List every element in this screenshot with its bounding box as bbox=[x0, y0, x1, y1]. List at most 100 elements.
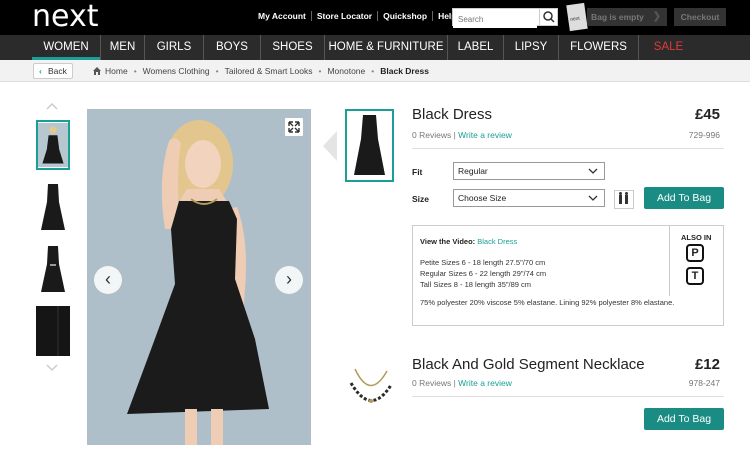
also-in-panel: ALSO IN P T bbox=[669, 226, 723, 296]
related-product-reviews: 0 Reviews | Write a review bbox=[412, 378, 512, 388]
related-add-to-bag-button[interactable]: Add To Bag bbox=[644, 408, 724, 430]
shopping-bag-icon[interactable] bbox=[566, 2, 588, 32]
chevron-right-icon: ❯ bbox=[652, 11, 661, 22]
necklace-photo bbox=[349, 368, 393, 403]
size-guide-icon bbox=[619, 192, 628, 204]
collapse-arrow-icon bbox=[323, 131, 337, 161]
fabric-detail-image bbox=[36, 306, 70, 356]
thumbnail-dress-flat[interactable] bbox=[36, 182, 70, 232]
breadcrumb-separator: • bbox=[371, 66, 375, 76]
search-icon bbox=[543, 11, 555, 23]
size-info-tall: Tall Sizes 8 - 18 length 35"/89 cm bbox=[420, 280, 532, 289]
fit-label: Fit bbox=[412, 167, 423, 177]
back-button[interactable]: ‹ Back bbox=[33, 63, 73, 79]
also-in-label: ALSO IN bbox=[681, 233, 712, 242]
breadcrumb-separator: • bbox=[215, 66, 219, 76]
write-review-link[interactable]: Write a review bbox=[458, 130, 512, 140]
review-count: 0 Reviews bbox=[412, 130, 452, 140]
video-row: View the Video: Black Dress bbox=[420, 237, 517, 246]
checkout-button[interactable]: Checkout bbox=[674, 8, 726, 26]
dress-flat-image bbox=[41, 184, 65, 230]
composition: 75% polyester 20% viscose 5% elastane. L… bbox=[420, 298, 675, 307]
petite-option-icon[interactable]: P bbox=[686, 244, 704, 262]
bag-status-label: Bag is empty bbox=[591, 12, 644, 22]
tall-option-icon[interactable]: T bbox=[686, 267, 704, 285]
next-image-button[interactable]: › bbox=[275, 266, 303, 294]
breadcrumb-bar: ‹ Back Home • Womens Clothing • Tailored… bbox=[0, 60, 750, 82]
dress-thumbnail-image bbox=[354, 115, 385, 175]
size-info-petite: Petite Sizes 6 - 18 length 27.5"/70 cm bbox=[420, 258, 546, 267]
video-label: View the Video: bbox=[420, 237, 476, 246]
thumbnails-down-icon[interactable] bbox=[46, 364, 58, 372]
nav-item-women[interactable]: WOMEN bbox=[32, 35, 100, 60]
product-thumbnail-dress[interactable] bbox=[345, 109, 394, 182]
next-logo[interactable]: next bbox=[32, 1, 98, 33]
product-code: 729-996 bbox=[688, 130, 720, 140]
main-product-image: ‹ › bbox=[87, 109, 311, 445]
size-guide-button[interactable] bbox=[614, 190, 634, 209]
nav-item-sale[interactable]: SALE bbox=[638, 35, 698, 60]
dress-back-image bbox=[41, 246, 65, 292]
fit-select[interactable]: Regular bbox=[453, 162, 605, 180]
thumbnail-fabric-detail[interactable] bbox=[36, 306, 70, 356]
related-product-code: 978-247 bbox=[688, 378, 720, 388]
add-to-bag-button[interactable]: Add To Bag bbox=[644, 187, 724, 209]
nav-item-home-furniture[interactable]: HOME & FURNITURE bbox=[324, 35, 447, 60]
home-icon bbox=[93, 67, 101, 75]
breadcrumb-home[interactable]: Home bbox=[105, 66, 128, 76]
thumbnail-dress-back[interactable] bbox=[36, 244, 70, 294]
chevron-right-icon: › bbox=[286, 269, 292, 289]
product-price: £45 bbox=[694, 106, 720, 123]
divider bbox=[412, 148, 724, 149]
size-value: Choose Size bbox=[458, 193, 507, 203]
breadcrumb-current: Black Dress bbox=[380, 66, 429, 76]
video-link[interactable]: Black Dress bbox=[477, 237, 517, 246]
size-info-regular: Regular Sizes 6 - 22 length 29"/74 cm bbox=[420, 269, 547, 278]
zoom-button[interactable] bbox=[285, 118, 303, 136]
expand-icon bbox=[288, 121, 300, 133]
product-title: Black Dress bbox=[412, 106, 493, 123]
chevron-down-icon bbox=[588, 168, 598, 174]
review-count: 0 Reviews bbox=[412, 378, 452, 388]
breadcrumb-monotone[interactable]: Monotone bbox=[327, 66, 365, 76]
dress-thumbnail-image bbox=[38, 122, 68, 168]
account-links: My Account Store Locator Quickshop Help bbox=[256, 11, 461, 21]
size-label: Size bbox=[412, 194, 430, 204]
nav-item-lipsy[interactable]: LIPSY bbox=[503, 35, 558, 60]
previous-image-button[interactable]: ‹ bbox=[94, 266, 122, 294]
chevron-down-icon bbox=[588, 195, 598, 201]
breadcrumb-separator: • bbox=[133, 66, 137, 76]
divider bbox=[412, 396, 724, 397]
necklace-image[interactable] bbox=[345, 361, 395, 416]
related-product-price: £12 bbox=[694, 356, 720, 373]
nav-item-girls[interactable]: GIRLS bbox=[144, 35, 203, 60]
nav-item-label[interactable]: LABEL bbox=[447, 35, 503, 60]
quickshop-link[interactable]: Quickshop bbox=[377, 11, 432, 21]
chevron-left-icon: ‹ bbox=[39, 66, 42, 76]
breadcrumb-tailored[interactable]: Tailored & Smart Looks bbox=[225, 66, 313, 76]
bag-status-button[interactable]: Bag is empty ❯ bbox=[587, 8, 667, 26]
nav-item-shoes[interactable]: SHOES bbox=[260, 35, 324, 60]
thumbnails-up-icon[interactable] bbox=[46, 102, 58, 110]
main-nav: WOMEN MEN GIRLS BOYS SHOES HOME & FURNIT… bbox=[0, 35, 750, 60]
search-button[interactable] bbox=[539, 9, 557, 25]
product-info-box: View the Video: Black Dress Petite Sizes… bbox=[412, 225, 724, 326]
nav-item-men[interactable]: MEN bbox=[100, 35, 144, 60]
fit-value: Regular bbox=[458, 166, 488, 176]
breadcrumb-womens-clothing[interactable]: Womens Clothing bbox=[143, 66, 210, 76]
thumbnail-front[interactable] bbox=[36, 120, 70, 170]
breadcrumb: Home • Womens Clothing • Tailored & Smar… bbox=[93, 66, 429, 76]
search-box bbox=[452, 8, 558, 28]
size-select[interactable]: Choose Size bbox=[453, 189, 605, 207]
related-product-title: Black And Gold Segment Necklace bbox=[412, 356, 645, 373]
write-review-link[interactable]: Write a review bbox=[458, 378, 512, 388]
store-locator-link[interactable]: Store Locator bbox=[310, 11, 377, 21]
nav-item-boys[interactable]: BOYS bbox=[203, 35, 260, 60]
breadcrumb-separator: • bbox=[318, 66, 322, 76]
search-input[interactable] bbox=[453, 11, 537, 28]
top-bar: next My Account Store Locator Quickshop … bbox=[0, 0, 750, 35]
back-label: Back bbox=[48, 66, 67, 76]
nav-item-flowers[interactable]: FLOWERS bbox=[558, 35, 638, 60]
my-account-link[interactable]: My Account bbox=[256, 11, 311, 21]
chevron-left-icon: ‹ bbox=[105, 269, 111, 289]
